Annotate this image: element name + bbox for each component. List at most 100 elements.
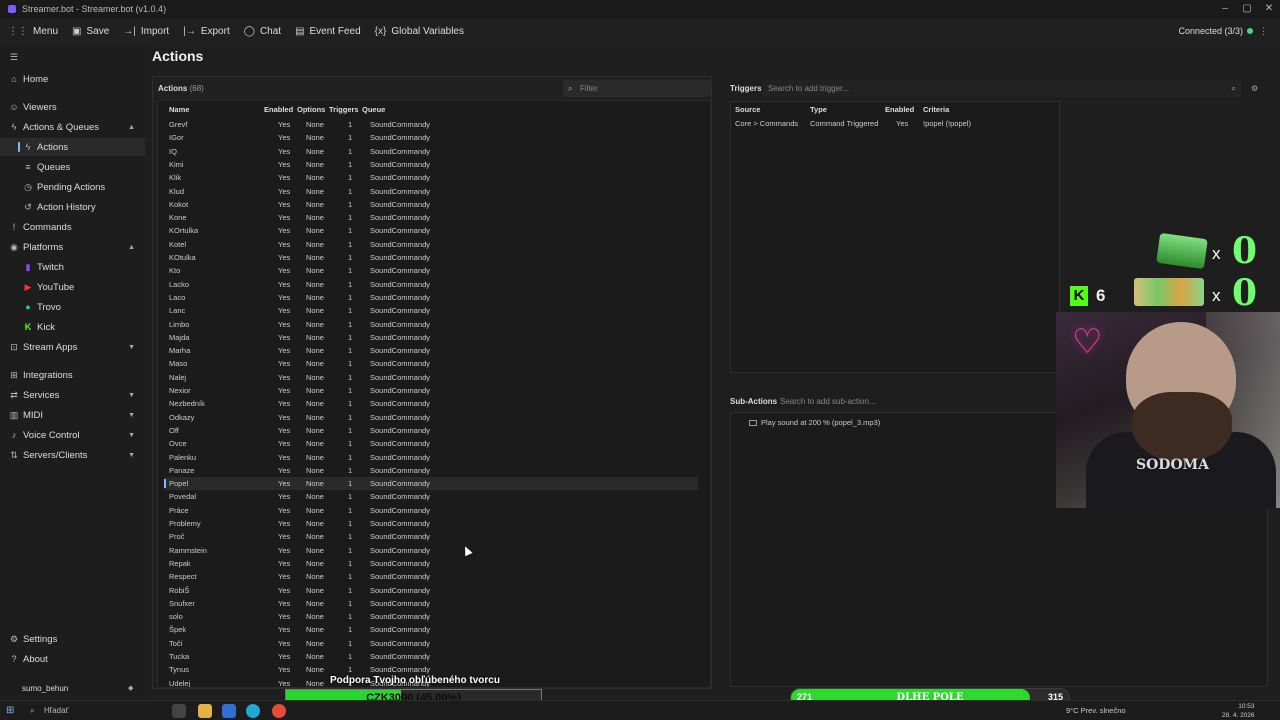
trigger-enabled[interactable]: Yes	[896, 119, 908, 128]
sidebar-item-kick[interactable]: K Kick	[0, 318, 145, 336]
connection-status[interactable]: Connected (3/3) ⋮	[1178, 18, 1268, 44]
event-feed-button[interactable]: ▤ Event Feed	[295, 26, 361, 37]
sidebar-item-trovo[interactable]: ● Trovo	[0, 298, 145, 316]
table-row[interactable]: Kone Yes None 1 SoundCommandy	[164, 211, 698, 224]
weather-widget[interactable]: 9°C Prev. slnečno	[1066, 706, 1126, 715]
sidebar-item-settings[interactable]: ⚙ Settings	[0, 630, 145, 648]
column-triggers[interactable]: Triggers	[329, 105, 359, 114]
sidebar-item-actions-queues[interactable]: ϟ Actions & Queues ▲	[0, 118, 145, 136]
column-options[interactable]: Options	[297, 105, 325, 114]
table-row[interactable]: Práce Yes None 1 SoundCommandy	[164, 504, 698, 517]
table-row[interactable]: KOrtulka Yes None 1 SoundCommandy	[164, 224, 698, 237]
edge-icon[interactable]	[246, 704, 260, 718]
sidebar-item-platforms[interactable]: ◉ Platforms ▲	[0, 238, 145, 256]
table-row[interactable]: KOtulka Yes None 1 SoundCommandy	[164, 251, 698, 264]
column-queue[interactable]: Queue	[362, 105, 385, 114]
column-enabled[interactable]: Enabled	[264, 105, 293, 114]
table-row[interactable]: Nexior Yes None 1 SoundCommandy	[164, 384, 698, 397]
global-variables-button[interactable]: {x} Global Variables	[375, 26, 464, 37]
table-row[interactable]: Kimi Yes None 1 SoundCommandy	[164, 158, 698, 171]
maximize-icon[interactable]: ▢	[1236, 0, 1258, 18]
sidebar-item-actions[interactable]: ϟ Actions	[0, 138, 145, 156]
sidebar-item-stream-apps[interactable]: ⊡ Stream Apps ▼	[0, 338, 145, 356]
sidebar-item-servers-clients[interactable]: ⇅ Servers/Clients ▼	[0, 446, 145, 464]
column-source[interactable]: Source	[735, 105, 760, 114]
column-name[interactable]: Name	[169, 105, 189, 114]
sidebar-toggle[interactable]: ☰	[0, 48, 145, 66]
clock[interactable]: 10:53 28. 4. 2026	[1222, 702, 1255, 720]
sidebar-item-twitch[interactable]: ▮ Twitch	[0, 258, 145, 276]
sidebar-item-commands[interactable]: ! Commands	[0, 218, 145, 236]
sidebar-item-queues[interactable]: ≡ Queues	[0, 158, 145, 176]
column-type[interactable]: Type	[810, 105, 827, 114]
sidebar-item-pending-actions[interactable]: ◷ Pending Actions	[0, 178, 145, 196]
table-row[interactable]: solo Yes None 1 SoundCommandy	[164, 610, 698, 623]
table-row[interactable]: Klud Yes None 1 SoundCommandy	[164, 185, 698, 198]
table-row[interactable]: Laco Yes None 1 SoundCommandy	[164, 291, 698, 304]
table-row[interactable]: Povedal Yes None 1 SoundCommandy	[164, 490, 698, 503]
chrome-icon[interactable]	[272, 704, 286, 718]
table-row[interactable]: Palenku Yes None 1 SoundCommandy	[164, 451, 698, 464]
table-row[interactable]: Klik Yes None 1 SoundCommandy	[164, 171, 698, 184]
minimize-icon[interactable]: –	[1214, 0, 1236, 18]
file-explorer-icon[interactable]	[198, 704, 212, 718]
table-row[interactable]: Respect Yes None 1 SoundCommandy	[164, 570, 698, 583]
chat-button[interactable]: ◯ Chat	[244, 26, 281, 37]
table-row[interactable]: Repak Yes None 1 SoundCommandy	[164, 557, 698, 570]
sidebar-item-midi[interactable]: ▥ MIDI ▼	[0, 406, 145, 424]
table-row[interactable]: Maso Yes None 1 SoundCommandy	[164, 357, 698, 370]
table-row[interactable]: Odkazy Yes None 1 SoundCommandy	[164, 411, 698, 424]
table-row[interactable]: Proč Yes None 1 SoundCommandy	[164, 530, 698, 543]
menu-button[interactable]: ⋮⋮ Menu	[8, 26, 58, 37]
table-row[interactable]: Točí Yes None 1 SoundCommandy	[164, 637, 698, 650]
table-row[interactable]: Panaze Yes None 1 SoundCommandy	[164, 464, 698, 477]
trigger-criteria[interactable]: !popel (!popel)	[923, 119, 971, 128]
store-icon[interactable]	[222, 704, 236, 718]
table-row[interactable]: Majda Yes None 1 SoundCommandy	[164, 331, 698, 344]
table-row[interactable]: Kokot Yes None 1 SoundCommandy	[164, 198, 698, 211]
table-row[interactable]: Špek Yes None 1 SoundCommandy	[164, 623, 698, 636]
table-row[interactable]: Rammstein Yes None 1 SoundCommandy	[164, 544, 698, 557]
table-row[interactable]: Lanc Yes None 1 SoundCommandy	[164, 304, 698, 317]
more-icon[interactable]: ⋮	[1259, 26, 1268, 37]
table-row[interactable]: Problemy Yes None 1 SoundCommandy	[164, 517, 698, 530]
sidebar-item-youtube[interactable]: ▶ YouTube	[0, 278, 145, 296]
sidebar-item-integrations[interactable]: ⊞ Integrations	[0, 366, 145, 384]
trigger-type[interactable]: Command Triggered	[810, 119, 878, 128]
sidebar-item-action-history[interactable]: ↺ Action History	[0, 198, 145, 216]
subaction-item[interactable]: Play sound at 200 % (popel_3.mp3)	[749, 418, 880, 427]
sidebar-item-viewers[interactable]: ☺ Viewers	[0, 98, 145, 116]
chevron-updown-icon[interactable]: ◆	[128, 684, 133, 692]
task-view-icon[interactable]	[172, 704, 186, 718]
table-row[interactable]: Kotel Yes None 1 SoundCommandy	[164, 238, 698, 251]
trigger-search-input[interactable]: Search to add trigger... ⌕	[762, 80, 1242, 97]
filter-input[interactable]: ⌕ Filter	[563, 80, 711, 97]
save-button[interactable]: ▣ Save	[72, 26, 109, 37]
taskbar-search[interactable]: ⌕ Hľadať	[24, 704, 144, 718]
table-row[interactable]: Grevf Yes None 1 SoundCommandy	[164, 118, 698, 131]
table-row[interactable]: Limbo Yes None 1 SoundCommandy	[164, 318, 698, 331]
trigger-source[interactable]: Core > Commands	[735, 119, 798, 128]
table-row[interactable]: Marha Yes None 1 SoundCommandy	[164, 344, 698, 357]
sidebar-item-about[interactable]: ? About	[0, 650, 145, 668]
export-button[interactable]: |→ Export	[183, 26, 230, 37]
table-row[interactable]: IQ Yes None 1 SoundCommandy	[164, 145, 698, 158]
column-criteria[interactable]: Criteria	[923, 105, 949, 114]
table-row[interactable]: Tucka Yes None 1 SoundCommandy	[164, 650, 698, 663]
windows-start-icon[interactable]: ⊞	[6, 705, 14, 716]
table-row[interactable]: Nalej Yes None 1 SoundCommandy	[164, 371, 698, 384]
table-row[interactable]: Lacko Yes None 1 SoundCommandy	[164, 278, 698, 291]
table-row[interactable]: Popel Yes None 1 SoundCommandy	[164, 477, 698, 491]
sidebar-item-services[interactable]: ⇄ Services ▼	[0, 386, 145, 404]
subaction-search-input[interactable]: Search to add sub-action...	[775, 394, 1055, 410]
sidebar-item-voice-control[interactable]: ♪ Voice Control ▼	[0, 426, 145, 444]
table-row[interactable]: Off Yes None 1 SoundCommandy	[164, 424, 698, 437]
table-row[interactable]: Snufxer Yes None 1 SoundCommandy	[164, 597, 698, 610]
table-row[interactable]: IGor Yes None 1 SoundCommandy	[164, 131, 698, 144]
import-button[interactable]: →| Import	[123, 26, 169, 37]
table-row[interactable]: Kto Yes None 1 SoundCommandy	[164, 264, 698, 277]
table-row[interactable]: Ovce Yes None 1 SoundCommandy	[164, 437, 698, 450]
close-icon[interactable]: ✕	[1258, 0, 1280, 18]
sidebar-item-home[interactable]: ⌂ Home	[0, 70, 145, 88]
table-row[interactable]: RobiŠ Yes None 1 SoundCommandy	[164, 584, 698, 597]
